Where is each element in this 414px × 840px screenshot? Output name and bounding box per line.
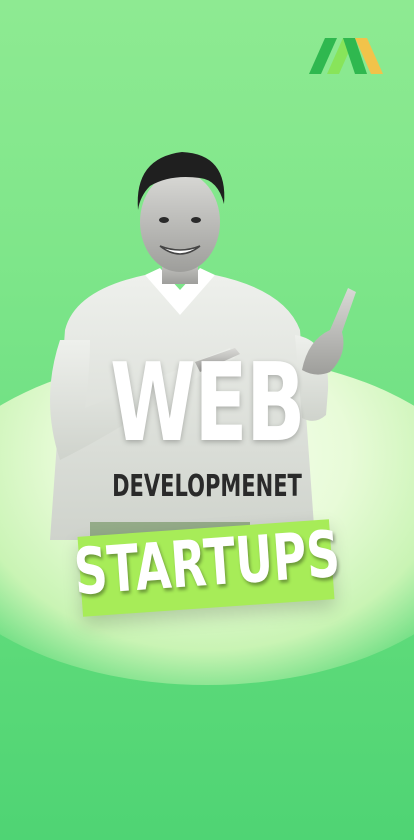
poster: WEB DEVELOPMENET STARTUPS [0, 0, 414, 840]
zigzag-logo-icon [309, 38, 383, 74]
headline: WEB [110, 341, 305, 466]
banner-text: STARTUPS [71, 517, 343, 611]
subheadline: DEVELOPMENET [112, 469, 302, 504]
